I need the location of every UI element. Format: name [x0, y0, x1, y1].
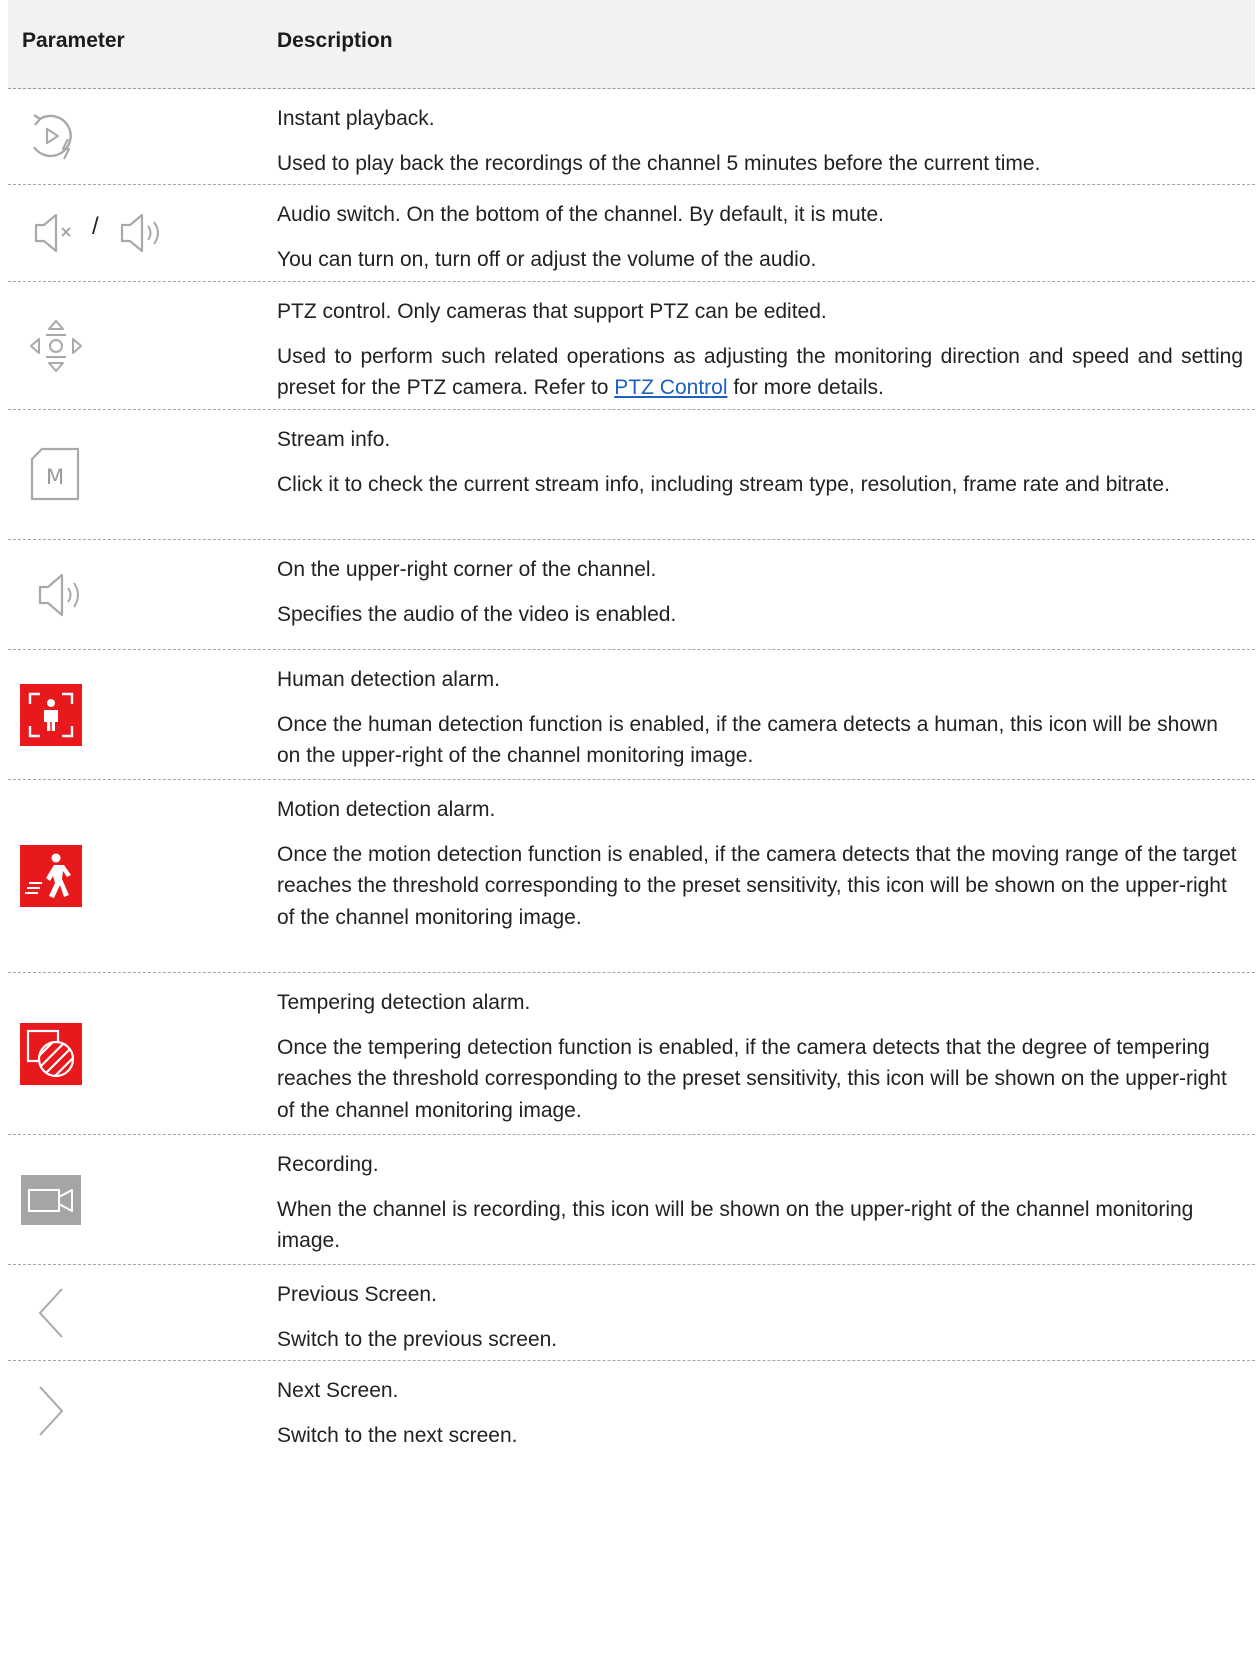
table-row: Motion detection alarm. Once the motion … — [8, 780, 1255, 973]
row-title: Tempering detection alarm. — [277, 991, 531, 1014]
table-header: Parameter Description — [8, 0, 1255, 89]
table-row: PTZ control. Only cameras that support P… — [8, 282, 1255, 410]
row-text: Click it to check the current stream inf… — [277, 472, 1170, 496]
row-text: When the channel is recording, this icon… — [277, 1197, 1194, 1253]
row-text: Used to play back the recordings of the … — [277, 151, 1041, 175]
row-title: Stream info. — [277, 428, 391, 451]
instant-playback-icon — [8, 89, 238, 184]
row-title: Audio switch. On the bottom of the chann… — [277, 203, 884, 226]
row-text: Once the motion detection function is en… — [277, 842, 1237, 929]
next-screen-icon — [8, 1361, 238, 1461]
table-row: / Audio switch. On the bottom of the cha… — [8, 185, 1255, 282]
table-row: Instant playback. Used to play back the … — [8, 89, 1255, 185]
table-row: Next Screen. Switch to the next screen. — [8, 1361, 1255, 1461]
row-text: You can turn on, turn off or adjust the … — [277, 247, 817, 271]
table-row: Recording. When the channel is recording… — [8, 1135, 1255, 1265]
icon-separator: / — [92, 213, 99, 240]
parameter-table: Parameter Description Instant playback. … — [8, 0, 1255, 1461]
previous-screen-icon — [8, 1265, 238, 1360]
header-description: Description — [277, 29, 393, 52]
row-title: Recording. — [277, 1153, 379, 1176]
row-title: On the upper-right corner of the channel… — [277, 558, 657, 581]
table-row: On the upper-right corner of the channel… — [8, 540, 1255, 650]
row-text: Once the human detection function is ena… — [277, 712, 1218, 768]
table-row: Tempering detection alarm. Once the temp… — [8, 973, 1255, 1135]
row-title: Motion detection alarm. — [277, 798, 496, 821]
row-text: Switch to the previous screen. — [277, 1327, 558, 1351]
stream-info-icon: M — [8, 410, 238, 539]
human-detection-icon — [8, 650, 238, 779]
row-text: Switch to the next screen. — [277, 1423, 518, 1447]
recording-icon — [8, 1135, 238, 1264]
table-row: Human detection alarm. Once the human de… — [8, 650, 1255, 780]
row-title: Human detection alarm. — [277, 668, 500, 691]
row-text-end: for more details. — [727, 376, 884, 399]
row-title: Next Screen. — [277, 1379, 399, 1402]
table-row: M Stream info. Click it to check the cur… — [8, 410, 1255, 540]
row-text: Once the tempering detection function is… — [277, 1035, 1227, 1122]
row-title: Previous Screen. — [277, 1283, 437, 1306]
row-title: Instant playback. — [277, 107, 435, 130]
tampering-detection-icon — [8, 973, 238, 1134]
ptz-control-link[interactable]: PTZ Control — [614, 376, 727, 399]
row-text: Specifies the audio of the video is enab… — [277, 602, 677, 626]
stream-info-letter: M — [46, 465, 64, 489]
speaker-on-icon — [8, 540, 238, 649]
table-row: Previous Screen. Switch to the previous … — [8, 1265, 1255, 1361]
row-title: PTZ control. Only cameras that support P… — [277, 300, 827, 323]
audio-switch-icon — [34, 213, 159, 253]
header-parameter: Parameter — [22, 29, 125, 52]
ptz-control-icon — [8, 282, 238, 409]
motion-detection-icon — [8, 780, 238, 972]
